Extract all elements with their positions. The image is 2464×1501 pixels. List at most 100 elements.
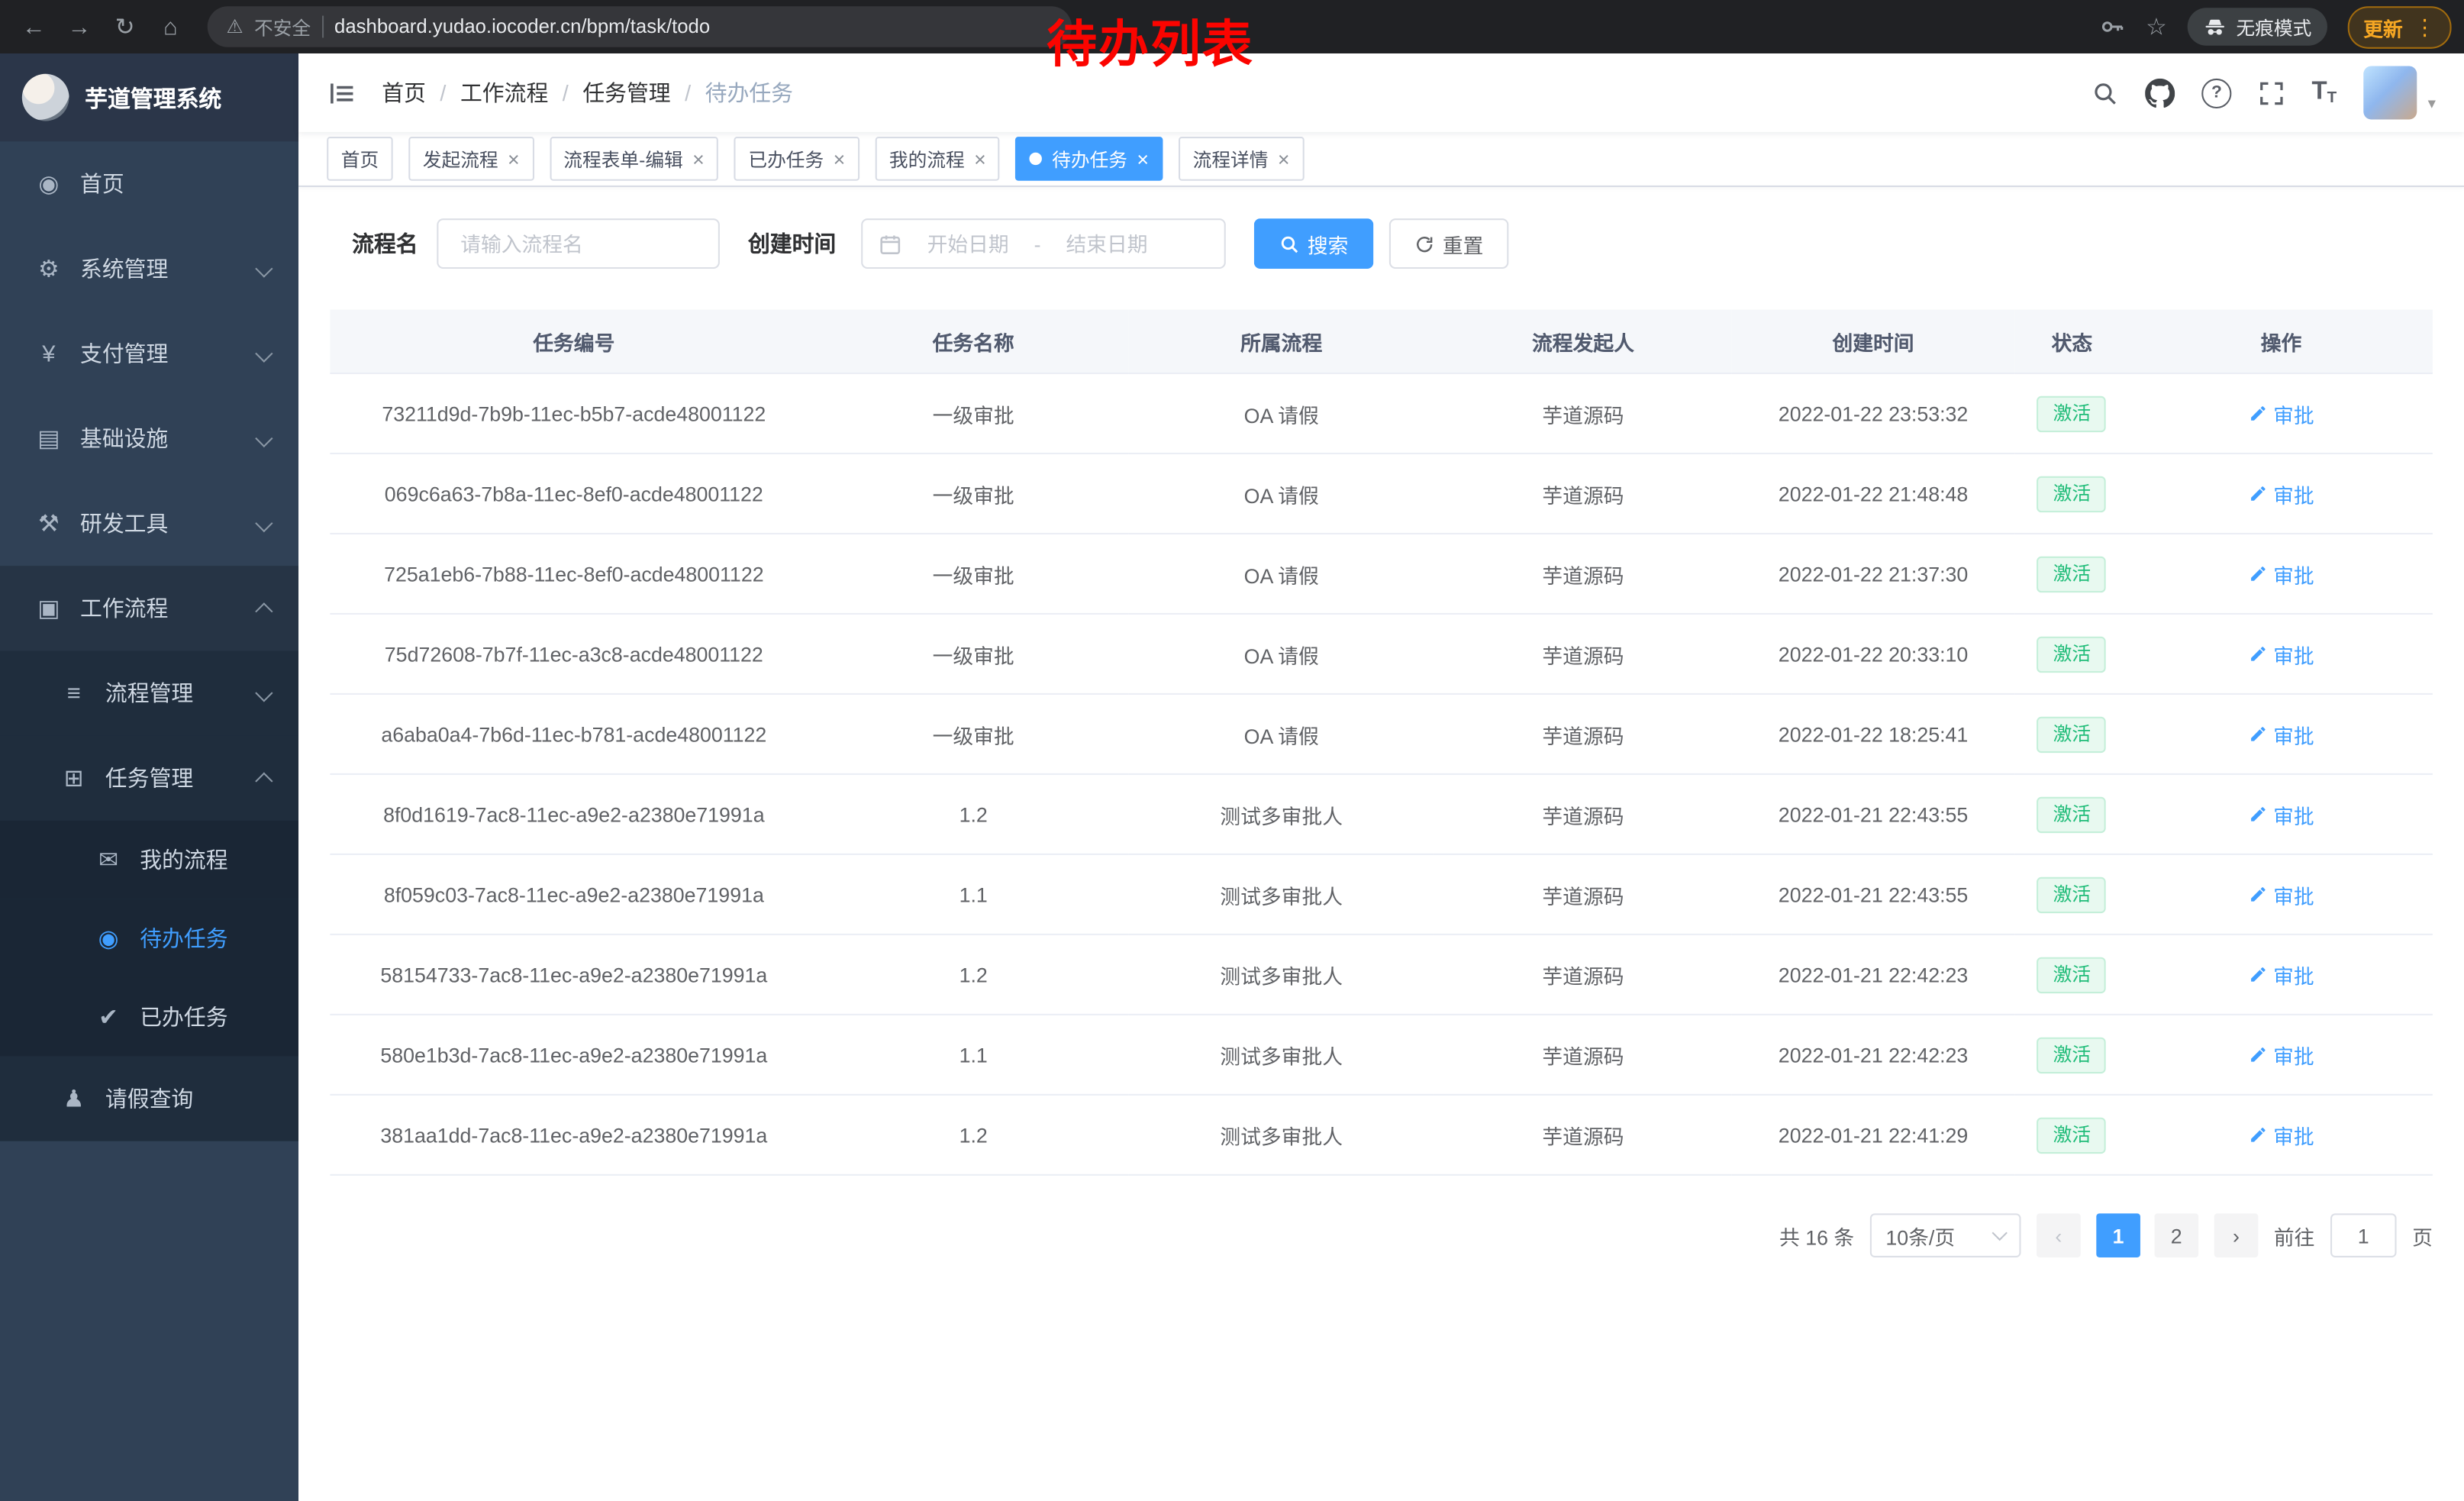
task-id-cell: 8f059c03-7ac8-11ec-a9e2-a2380e71991a <box>330 854 818 934</box>
font-size-icon[interactable]: TT <box>2312 79 2337 107</box>
page-size-select[interactable]: 10条/页 <box>1870 1213 2021 1257</box>
tab-done-tasks[interactable]: 已办任务 × <box>734 137 859 181</box>
sidebar-fold-icon[interactable] <box>327 78 356 108</box>
date-range-picker[interactable]: - <box>861 218 1226 269</box>
sidebar-item-task-mgmt[interactable]: ⊞任务管理 <box>0 735 298 820</box>
process-name-input[interactable] <box>457 231 699 257</box>
fullscreen-icon[interactable] <box>2259 79 2285 106</box>
process-cell: 测试多审批人 <box>1129 774 1434 854</box>
breadcrumb-item[interactable]: 首页 <box>382 77 426 108</box>
search-icon[interactable] <box>2091 79 2118 106</box>
goto-label: 前往 <box>2274 1221 2315 1251</box>
edit-icon <box>2248 1045 2267 1064</box>
close-icon[interactable]: × <box>692 149 705 169</box>
goto-page-input[interactable] <box>2330 1213 2396 1257</box>
github-icon[interactable] <box>2145 78 2175 108</box>
reset-button[interactable]: 重置 <box>1389 218 1508 269</box>
sidebar-item-process-mgmt[interactable]: ≡流程管理 <box>0 650 298 735</box>
task-table: 任务编号任务名称所属流程流程发起人创建时间状态操作 73211d9d-7b9b-… <box>330 310 2433 1176</box>
approve-link[interactable]: 审批 <box>2248 960 2314 989</box>
chevron-down-icon <box>255 684 273 702</box>
next-page-button[interactable]: › <box>2214 1213 2259 1257</box>
annotation-overlay: 待办列表 <box>1047 18 1254 73</box>
search-button[interactable]: 搜索 <box>1254 218 1373 269</box>
approve-label: 审批 <box>2273 1120 2314 1150</box>
approve-link[interactable]: 审批 <box>2248 799 2314 829</box>
tab-label: 待办任务 <box>1052 145 1127 172</box>
bookmark-star-icon[interactable]: ☆ <box>2146 12 2167 40</box>
sidebar-item-dev-tools[interactable]: ⚒研发工具 <box>0 481 298 566</box>
created-time-cell: 2022-01-21 22:41:29 <box>1733 1095 2014 1175</box>
table-row: 381aa1dd-7ac8-11ec-a9e2-a2380e71991a1.2测… <box>330 1095 2433 1175</box>
sidebar-item-leave-query[interactable]: ♟请假查询 <box>0 1056 298 1141</box>
task-name-cell: 1.1 <box>818 854 1129 934</box>
page-unit-label: 页 <box>2412 1221 2433 1251</box>
reset-button-label: 重置 <box>1443 229 1484 259</box>
sidebar-item-todo-tasks[interactable]: ◉待办任务 <box>0 899 298 978</box>
page-size-label: 10条/页 <box>1885 1221 1955 1251</box>
page-button-2[interactable]: 2 <box>2154 1213 2198 1257</box>
key-icon[interactable] <box>2097 12 2125 40</box>
process-cell: OA 请假 <box>1129 534 1434 614</box>
sidebar-item-label: 首页 <box>80 168 270 199</box>
approve-link[interactable]: 审批 <box>2248 1040 2314 1070</box>
end-date-input[interactable] <box>1047 231 1166 257</box>
sidebar-item-system[interactable]: ⚙系统管理 <box>0 226 298 311</box>
avatar-caret-icon[interactable]: ▾ <box>2428 96 2436 114</box>
forward-icon[interactable]: → <box>58 5 101 48</box>
approve-link[interactable]: 审批 <box>2248 719 2314 749</box>
tab-label: 已办任务 <box>748 145 824 172</box>
close-icon[interactable]: × <box>974 149 986 169</box>
approve-link[interactable]: 审批 <box>2248 559 2314 589</box>
infra-icon: ▤ <box>31 424 66 453</box>
start-date-input[interactable] <box>908 231 1027 257</box>
initiator-cell: 芋道源码 <box>1434 614 1732 694</box>
approve-link[interactable]: 审批 <box>2248 479 2314 508</box>
browser-menu-icon[interactable]: ⋮ <box>2414 13 2436 40</box>
back-icon[interactable]: ← <box>12 5 55 48</box>
tab-form-edit[interactable]: 流程表单-编辑× <box>550 137 719 181</box>
sidebar-logo-row[interactable]: 芋道管理系统 <box>0 53 298 141</box>
avatar[interactable] <box>2363 66 2417 119</box>
process-mgmt-icon: ≡ <box>56 679 91 706</box>
close-icon[interactable]: × <box>508 149 520 169</box>
address-bar[interactable]: ⚠ 不安全 dashboard.yudao.iocoder.cn/bpm/tas… <box>208 6 1072 47</box>
not-secure-icon: ⚠ <box>226 16 243 38</box>
create-time-label: 创建时间 <box>748 228 836 260</box>
initiator-cell: 芋道源码 <box>1434 774 1732 854</box>
sidebar-item-my-process[interactable]: ✉我的流程 <box>0 821 298 899</box>
url-text: dashboard.yudao.iocoder.cn/bpm/task/todo <box>334 16 710 38</box>
tab-launch-process[interactable]: 发起流程× <box>408 137 534 181</box>
tab-todo-tasks[interactable]: 待办任务 × <box>1016 137 1163 181</box>
sidebar-item-workflow[interactable]: ▣工作流程 <box>0 566 298 650</box>
approve-link[interactable]: 审批 <box>2248 880 2314 909</box>
close-icon[interactable]: × <box>1137 149 1149 169</box>
edit-icon <box>2248 805 2267 824</box>
sidebar-item-infrastructure[interactable]: ▤基础设施 <box>0 396 298 481</box>
top-navbar: 首页/工作流程/任务管理/待办任务 ? TT ▾ <box>298 53 2464 132</box>
approve-link[interactable]: 审批 <box>2248 639 2314 669</box>
tab-process-detail[interactable]: 流程详情× <box>1179 137 1304 181</box>
tab-my-process[interactable]: 我的流程× <box>875 137 1000 181</box>
tab-home[interactable]: 首页 <box>327 137 392 181</box>
eye-icon: ◉ <box>91 925 125 953</box>
help-icon[interactable]: ? <box>2201 78 2231 108</box>
page-button-1[interactable]: 1 <box>2096 1213 2140 1257</box>
home-icon[interactable]: ⌂ <box>150 5 192 48</box>
reload-icon[interactable]: ↻ <box>104 5 147 48</box>
close-icon[interactable]: × <box>834 149 846 169</box>
close-icon[interactable]: × <box>1278 149 1290 169</box>
sidebar-item-home[interactable]: ◉首页 <box>0 141 298 226</box>
prev-page-button[interactable]: ‹ <box>2037 1213 2081 1257</box>
update-chip[interactable]: 更新 ⋮ <box>2348 5 2452 48</box>
edit-icon <box>2248 404 2267 423</box>
breadcrumb-item[interactable]: 工作流程 <box>460 77 548 108</box>
breadcrumb-item[interactable]: 任务管理 <box>582 77 670 108</box>
sidebar-item-payment[interactable]: ¥支付管理 <box>0 311 298 396</box>
approve-link[interactable]: 审批 <box>2248 399 2314 428</box>
sidebar-item-done-tasks[interactable]: ✔已办任务 <box>0 978 298 1057</box>
approve-link[interactable]: 审批 <box>2248 1120 2314 1150</box>
page-buttons: 12 <box>2096 1213 2198 1257</box>
sidebar-menu: ◉首页⚙系统管理¥支付管理▤基础设施⚒研发工具▣工作流程≡流程管理⊞任务管理✉我… <box>0 141 298 1501</box>
column-header: 所属流程 <box>1129 310 1434 373</box>
